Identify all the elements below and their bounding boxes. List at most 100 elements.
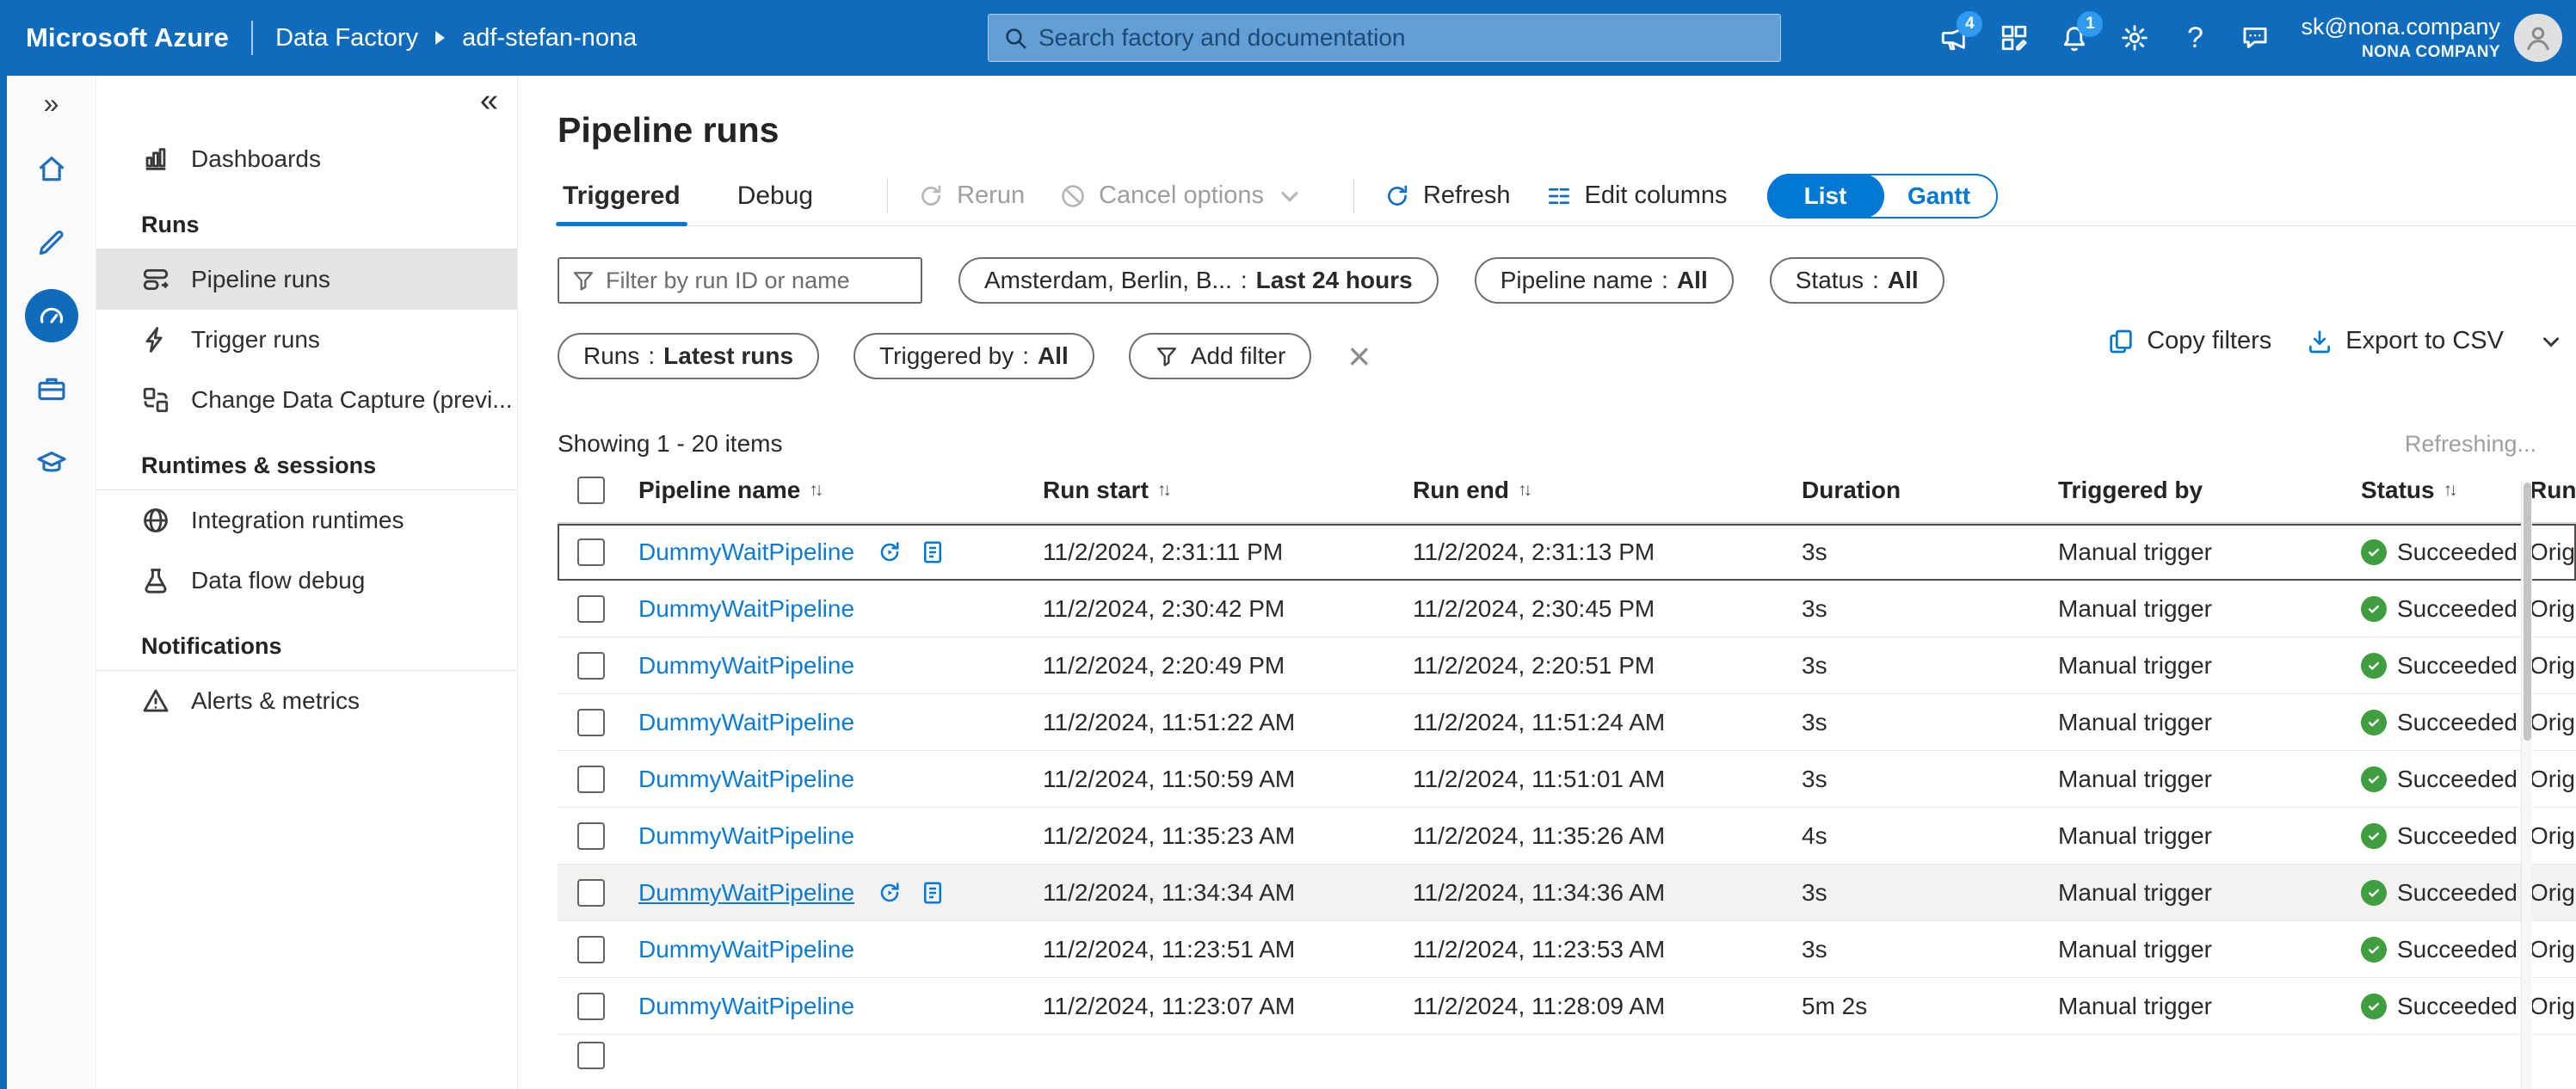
rail-item-manage[interactable] xyxy=(24,361,79,416)
pipeline-run-link[interactable]: DummyWaitPipeline xyxy=(638,879,854,907)
status-label: Succeeded xyxy=(2397,993,2516,1020)
row-checkbox[interactable] xyxy=(577,993,605,1020)
tab-debug[interactable]: Debug xyxy=(732,166,818,225)
settings-button[interactable] xyxy=(2108,11,2161,65)
sidebar-item-trigger-runs[interactable]: Trigger runs xyxy=(96,310,517,370)
global-search-input[interactable] xyxy=(1038,24,1766,52)
pipeline-run-link[interactable]: DummyWaitPipeline xyxy=(638,538,854,566)
pipeline-run-link[interactable]: DummyWaitPipeline xyxy=(638,822,854,850)
pipeline-run-link[interactable]: DummyWaitPipeline xyxy=(638,766,854,793)
list-view-button[interactable]: List xyxy=(1767,174,1884,218)
more-actions-button[interactable] xyxy=(2538,329,2564,354)
table-row[interactable]: DummyWaitPipeline 11/2/2024, 2:30:42 PM … xyxy=(558,581,2576,637)
edit-columns-button[interactable]: Edit columns xyxy=(1538,166,1735,225)
expand-icon: » xyxy=(44,88,59,120)
duration-cell: 3s xyxy=(1788,595,2044,623)
table-row[interactable] xyxy=(558,1035,2576,1089)
pipeline-name-pill[interactable]: Pipeline name : All xyxy=(1475,257,1734,304)
table-row[interactable]: DummyWaitPipeline 11/2/2024, 11:23:07 AM… xyxy=(558,978,2576,1035)
run-filter-input[interactable] xyxy=(606,268,909,294)
row-checkbox[interactable] xyxy=(577,1042,605,1069)
refresh-button[interactable]: Refresh xyxy=(1377,166,1518,225)
collapse-sidebar-button[interactable]: « xyxy=(480,84,498,117)
notifications-button[interactable]: 1 xyxy=(2048,11,2101,65)
row-checkbox[interactable] xyxy=(577,538,605,566)
rail-item-learning[interactable] xyxy=(24,435,79,490)
sidebar-item-integration-runtimes[interactable]: Integration runtimes xyxy=(96,490,517,551)
rail-item-monitor[interactable] xyxy=(25,289,78,342)
gantt-view-button[interactable]: Gantt xyxy=(1881,174,1998,218)
table-row[interactable]: DummyWaitPipeline 11/2/2024, 11:50:59 AM… xyxy=(558,751,2576,808)
sidebar-item-change-data-capture[interactable]: Change Data Capture (previ... xyxy=(96,370,517,430)
copy-filters-button[interactable]: Copy filters xyxy=(2107,327,2271,355)
column-header-status[interactable]: Status↑↓ xyxy=(2347,477,2516,504)
status-label: Succeeded xyxy=(2397,538,2516,566)
portal-grid-button[interactable] xyxy=(1987,11,2041,65)
sidebar-section-runs: Runs xyxy=(96,205,517,249)
nav-rail: » xyxy=(7,76,96,1089)
tab-triggered[interactable]: Triggered xyxy=(558,166,686,225)
clear-filters-button[interactable]: × xyxy=(1347,336,1371,376)
add-filter-button[interactable]: Add filter xyxy=(1129,333,1312,379)
column-header-run-end[interactable]: Run end↑↓ xyxy=(1399,477,1788,504)
row-checkbox[interactable] xyxy=(577,879,605,907)
breadcrumb-caret-icon xyxy=(435,31,445,45)
select-all-checkbox[interactable] xyxy=(577,477,605,504)
duration-cell: 5m 2s xyxy=(1788,993,2044,1020)
data-flow-debug-icon xyxy=(141,566,170,595)
run-start-cell: 11/2/2024, 2:30:42 PM xyxy=(1029,595,1399,623)
run-start-cell: 11/2/2024, 11:34:34 AM xyxy=(1029,879,1399,907)
app-name[interactable]: Data Factory xyxy=(275,24,418,52)
table-row[interactable]: DummyWaitPipeline 11/2/2024, 11:23:51 AM… xyxy=(558,921,2576,978)
time-range-pill[interactable]: Amsterdam, Berlin, B... : Last 24 hours xyxy=(958,257,1439,304)
duration-cell: 3s xyxy=(1788,766,2044,793)
rerun-button[interactable]: Rerun xyxy=(910,166,1032,225)
azure-brand[interactable]: Microsoft Azure xyxy=(26,22,229,53)
triggered-by-pill[interactable]: Triggered by : All xyxy=(854,333,1094,379)
table-body: DummyWaitPipeline 11/2/2024, 2:31:11 PM … xyxy=(558,524,2576,1089)
column-header-run-start[interactable]: Run start↑↓ xyxy=(1029,477,1399,504)
row-checkbox[interactable] xyxy=(577,936,605,963)
pipeline-run-link[interactable]: DummyWaitPipeline xyxy=(638,993,854,1020)
sidebar-item-dashboards[interactable]: Dashboards xyxy=(96,129,517,189)
export-csv-button[interactable]: Export to CSV xyxy=(2306,327,2504,355)
consumption-report-icon[interactable] xyxy=(920,539,946,565)
row-checkbox[interactable] xyxy=(577,652,605,680)
table-row[interactable]: DummyWaitPipeline 11/2/2024, 11:51:22 AM… xyxy=(558,694,2576,751)
rerun-run-icon[interactable] xyxy=(877,880,903,906)
row-checkbox[interactable] xyxy=(577,766,605,793)
pipeline-run-link[interactable]: DummyWaitPipeline xyxy=(638,709,854,736)
row-checkbox[interactable] xyxy=(577,709,605,736)
table-row[interactable]: DummyWaitPipeline 11/2/2024, 11:35:23 AM… xyxy=(558,808,2576,864)
consumption-report-icon[interactable] xyxy=(920,880,946,906)
sidebar-item-data-flow-debug[interactable]: Data flow debug xyxy=(96,551,517,611)
table-row[interactable]: DummyWaitPipeline 11/2/2024, 11:34:34 AM… xyxy=(558,864,2576,921)
rerun-run-icon[interactable] xyxy=(877,539,903,565)
avatar[interactable] xyxy=(2514,14,2562,62)
table-row[interactable]: DummyWaitPipeline 11/2/2024, 2:20:49 PM … xyxy=(558,637,2576,694)
status-pill[interactable]: Status : All xyxy=(1770,257,1944,304)
sidebar-item-pipeline-runs[interactable]: Pipeline runs xyxy=(96,249,517,310)
row-checkbox[interactable] xyxy=(577,822,605,850)
feedback-button[interactable] xyxy=(2228,11,2282,65)
collapse-icon: « xyxy=(480,83,498,119)
pipeline-run-link[interactable]: DummyWaitPipeline xyxy=(638,595,854,623)
row-checkbox[interactable] xyxy=(577,595,605,623)
rail-item-author[interactable] xyxy=(24,215,79,270)
runs-pill[interactable]: Runs : Latest runs xyxy=(558,333,819,379)
run-start-cell: 11/2/2024, 11:23:07 AM xyxy=(1029,993,1399,1020)
sidebar-item-alerts-metrics[interactable]: Alerts & metrics xyxy=(96,671,517,731)
run-filter-box xyxy=(558,257,922,304)
scrollbar-thumb[interactable] xyxy=(2524,483,2531,741)
column-header-pipeline-name[interactable]: Pipeline name↑↓ xyxy=(625,477,1029,504)
pipeline-run-link[interactable]: DummyWaitPipeline xyxy=(638,936,854,963)
run-start-cell: 11/2/2024, 11:23:51 AM xyxy=(1029,936,1399,963)
expand-nav-button[interactable]: » xyxy=(24,84,79,122)
pipeline-run-link[interactable]: DummyWaitPipeline xyxy=(638,652,854,680)
help-button[interactable]: ? xyxy=(2168,11,2222,65)
announcements-button[interactable]: 4 xyxy=(1927,11,1981,65)
rail-item-home[interactable] xyxy=(24,141,79,196)
account-menu[interactable]: sk@nona.company NONA COMPANY xyxy=(2301,13,2562,63)
table-row[interactable]: DummyWaitPipeline 11/2/2024, 2:31:11 PM … xyxy=(558,524,2576,581)
cancel-options-button[interactable]: Cancel options xyxy=(1052,166,1310,225)
